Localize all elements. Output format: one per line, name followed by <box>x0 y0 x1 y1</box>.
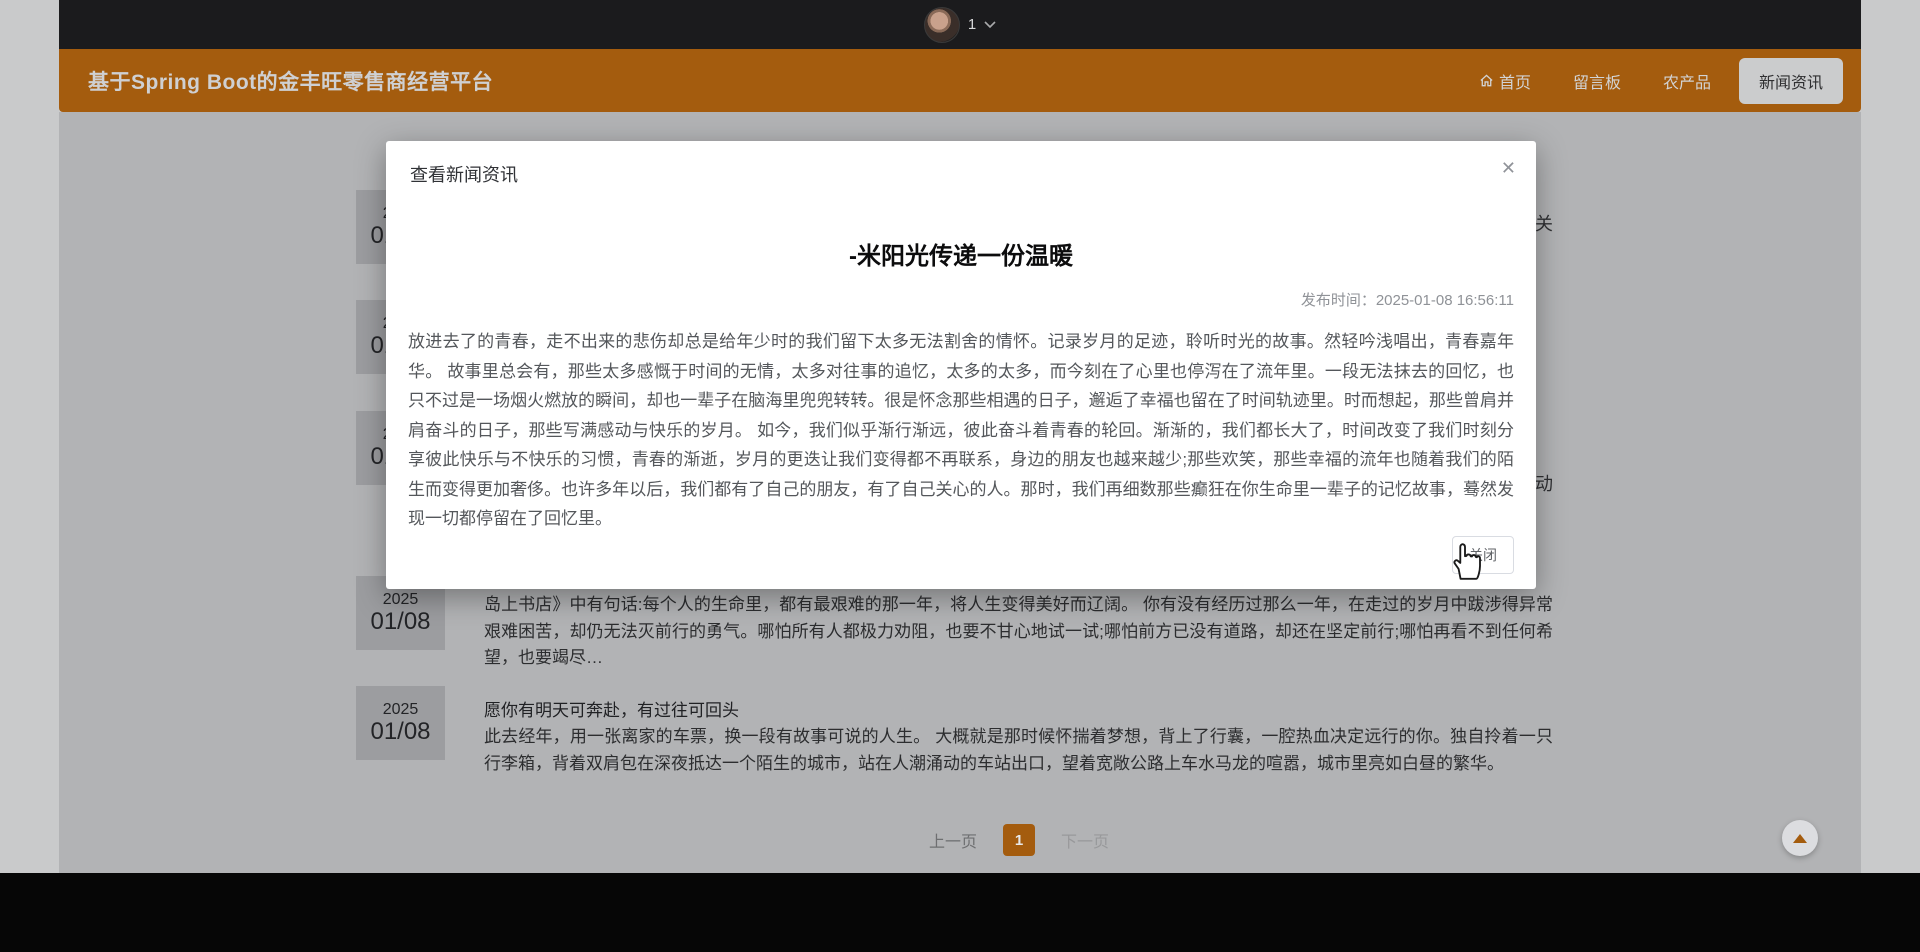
nav-label-news: 新闻资讯 <box>1758 74 1823 92</box>
dialog-title: 查看新闻资讯 <box>410 165 518 185</box>
main-nav: 首页 留言板 农产品 新闻资讯 <box>1465 49 1843 112</box>
news-title: -米阳光传递一份温暖 <box>849 243 1073 270</box>
nav-label-home: 首页 <box>1498 74 1531 92</box>
news-detail-dialog: 查看新闻资讯 ✕ -米阳光传递一份温暖 发布时间：2025-01-08 16:5… <box>386 141 1536 589</box>
news-item-title[interactable]: 愿你有明天可奔赴，有过往可回头 <box>484 696 739 721</box>
viewport: 1 基于Spring Boot的金丰旺零售商经营平台 首页 留言板 农产品 新闻… <box>0 0 1920 952</box>
news-year: 2025 <box>382 591 419 608</box>
app-header: 基于Spring Boot的金丰旺零售商经营平台 首页 留言板 农产品 新闻资讯 <box>59 49 1861 112</box>
page-footer <box>0 873 1920 952</box>
close-button[interactable]: 关闭 <box>1452 536 1514 574</box>
arrow-up-icon <box>1793 833 1807 843</box>
nav-item-messageboard[interactable]: 留言板 <box>1559 61 1635 101</box>
nav-label-messageboard: 留言板 <box>1572 74 1621 92</box>
news-item-excerpt: 此去经年，用一张离家的车票，换一段有故事可说的人生。 大概就是那时候怀揣着梦想，… <box>484 727 1553 773</box>
user-count-label[interactable]: 1 <box>968 16 976 33</box>
news-date: 01/08 <box>370 607 431 635</box>
nav-item-home[interactable]: 首页 <box>1465 61 1545 101</box>
news-date: 01/08 <box>370 717 431 745</box>
back-to-top-button[interactable] <box>1782 820 1818 856</box>
close-icon[interactable]: ✕ <box>1501 159 1516 177</box>
page-title: 基于Spring Boot的金丰旺零售商经营平台 <box>88 70 494 94</box>
news-date-block: 2025 01/08 <box>356 686 445 760</box>
chevron-down-icon[interactable] <box>984 20 996 29</box>
news-item-excerpt: 岛上书店》中有句话:每个人的生命里，都有最艰难的那一年，将人生变得美好而辽阔。 … <box>484 595 1553 667</box>
hidden-row-text-sliver: 关 <box>1535 214 1553 234</box>
publish-time: 发布时间：2025-01-08 16:56:11 <box>1300 292 1514 309</box>
nav-item-products[interactable]: 农产品 <box>1649 61 1725 101</box>
home-icon <box>1480 74 1493 87</box>
hidden-row-text-sliver: 动 <box>1535 474 1553 494</box>
pagination-page-1[interactable]: 1 <box>1003 824 1035 856</box>
topbar: 1 <box>59 0 1861 49</box>
pagination-next-button[interactable]: 下一页 <box>1061 828 1109 852</box>
nav-item-news[interactable]: 新闻资讯 <box>1738 57 1843 104</box>
user-avatar[interactable] <box>923 6 960 43</box>
news-body-text: 放进去了的青春，走不出来的悲伤却总是给年少时的我们留下太多无法割舍的情怀。记录岁… <box>408 332 1514 528</box>
news-year: 2025 <box>382 701 419 718</box>
pagination-prev-button[interactable]: 上一页 <box>929 828 977 852</box>
pagination: 上一页 1 下一页 <box>839 824 1199 856</box>
nav-label-products: 农产品 <box>1662 74 1711 92</box>
